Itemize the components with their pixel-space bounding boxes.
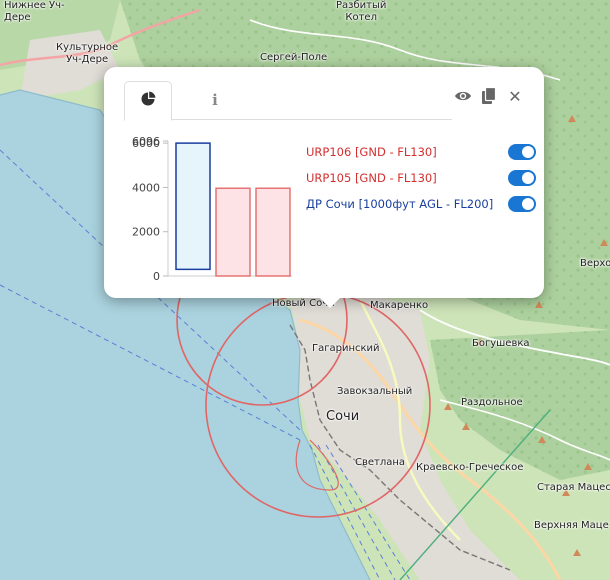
map-label-sergey-pole: Сергей-Поле bbox=[260, 52, 328, 63]
y-tick-label: 4000 bbox=[132, 181, 160, 194]
close-button[interactable]: ✕ bbox=[506, 86, 524, 106]
map-label-razdolnoe: Раздольное bbox=[461, 397, 523, 408]
y-tick-label: 2000 bbox=[132, 226, 160, 239]
info-icon: i bbox=[212, 91, 218, 109]
legend-label-dr-sochi: ДР Сочи [1000фут AGL - FL200] bbox=[306, 197, 494, 211]
map-label-kraevsko-grecheskoe: Краевско-Греческое bbox=[416, 462, 524, 473]
y-tick-label: 6096 bbox=[132, 135, 160, 148]
pie-chart-icon bbox=[140, 91, 156, 111]
legend-row-urp106: URP106 [GND - FL130] bbox=[306, 139, 536, 165]
toggle-urp105[interactable] bbox=[508, 170, 536, 186]
map-label-svetlana: Светлана bbox=[355, 457, 406, 468]
map-label-nizhnee-uch-dere: Нижнее Уч- Дере bbox=[4, 0, 65, 23]
popup-tab-bar: i bbox=[124, 81, 452, 121]
legend-row-dr-sochi: ДР Сочи [1000фут AGL - FL200] bbox=[306, 191, 536, 217]
map-label-sochi: Сочи bbox=[326, 409, 360, 424]
map-label-bogushevka: Богушевка bbox=[472, 338, 530, 349]
map-label-razbity-kotel: Разбитый Котел bbox=[336, 0, 387, 23]
popup-toolbar: ✕ bbox=[454, 86, 524, 106]
close-icon: ✕ bbox=[508, 86, 522, 106]
bar-urp106 bbox=[215, 187, 251, 277]
tab-chart[interactable] bbox=[124, 81, 172, 121]
copy-icon bbox=[482, 87, 497, 104]
map-label-verkhnyaya-matsesta: Верхняя Маце bbox=[534, 520, 609, 531]
toggle-dr-sochi[interactable] bbox=[508, 196, 536, 212]
tab-info[interactable]: i bbox=[192, 81, 238, 119]
eye-icon bbox=[455, 91, 471, 101]
map-label-staraya-matsesta: Старая Мацес bbox=[537, 482, 610, 493]
toggle-urp106[interactable] bbox=[508, 144, 536, 160]
toggle-visibility-button[interactable] bbox=[454, 87, 472, 105]
bar-urp105 bbox=[255, 187, 291, 277]
popup-pointer bbox=[318, 296, 342, 308]
legend-row-urp105: URP105 [GND - FL130] bbox=[306, 165, 536, 191]
copy-button[interactable] bbox=[480, 87, 498, 105]
map-label-zavokzalny: Завокзальный bbox=[337, 386, 413, 397]
legend-label-urp105: URP105 [GND - FL130] bbox=[306, 171, 437, 185]
airspace-popup: i ✕ 0 2000 4000 6000 6096 URP106 [GND - FL13… bbox=[104, 67, 544, 298]
map-label-gagarinsky: Гагаринский bbox=[312, 343, 380, 354]
map-label-verho: Верхо bbox=[580, 258, 610, 269]
airspace-legend: URP106 [GND - FL130] URP105 [GND - FL130… bbox=[306, 139, 536, 217]
bar-dr-sochi bbox=[175, 142, 211, 271]
legend-label-urp106: URP106 [GND - FL130] bbox=[306, 145, 437, 159]
map-label-kulturnoe-uch-dere: Культурное Уч-Дере bbox=[56, 42, 119, 65]
y-tick-label: 0 bbox=[153, 270, 160, 283]
altitude-bar-chart: 02000400060006096 bbox=[132, 135, 292, 283]
map-label-makarenko: Макаренко bbox=[370, 300, 429, 311]
